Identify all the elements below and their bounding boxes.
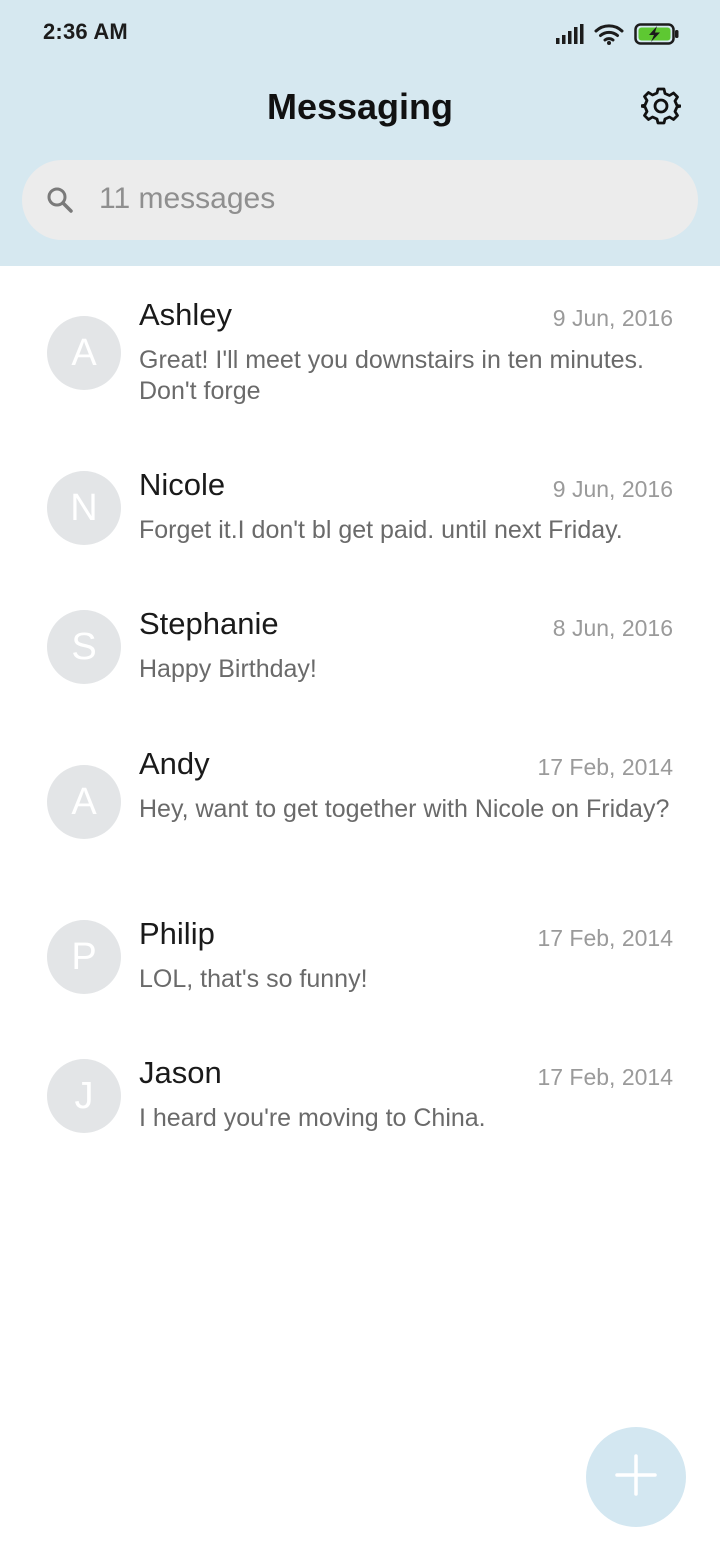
battery-charging-icon: [634, 23, 680, 45]
settings-button[interactable]: [638, 85, 684, 131]
conversation-item[interactable]: S Stephanie 8 Jun, 2016 Happy Birthday!: [0, 575, 720, 715]
message-snippet: Great! I'll meet you downstairs in ten m…: [139, 346, 644, 405]
gear-icon: [639, 86, 683, 131]
status-icons: [556, 20, 680, 48]
wifi-icon: [594, 23, 624, 45]
avatar: S: [47, 610, 121, 684]
contact-name: Andy: [139, 746, 210, 781]
message-date: 17 Feb, 2014: [537, 925, 673, 951]
message-snippet: Forget it.I don't bl get paid. until nex…: [139, 516, 623, 544]
conversation-item[interactable]: A Andy 17 Feb, 2014 Hey, want to get tog…: [0, 715, 720, 885]
page-title: Messaging: [266, 86, 454, 127]
avatar: J: [47, 1059, 121, 1133]
message-date: 9 Jun, 2016: [552, 476, 673, 502]
conversation-list: A Ashley 9 Jun, 2016 Great! I'll meet yo…: [0, 266, 720, 1164]
message-snippet: Hey, want to get together with Nicole on…: [139, 795, 670, 823]
message-date: 9 Jun, 2016: [552, 305, 673, 331]
message-snippet: LOL, that's so funny!: [139, 965, 368, 993]
contact-name: Stephanie: [139, 606, 279, 641]
search-placeholder: 11 messages: [99, 182, 276, 215]
contact-name: Jason: [139, 1055, 222, 1090]
message-date: 17 Feb, 2014: [537, 754, 673, 780]
status-bar: 2:36 AM: [0, 0, 720, 66]
new-message-button[interactable]: [586, 1427, 686, 1527]
contact-name: Ashley: [139, 297, 233, 332]
plus-icon: [615, 1453, 657, 1501]
conversation-item[interactable]: N Nicole 9 Jun, 2016 Forget it.I don't b…: [0, 436, 720, 575]
message-date: 17 Feb, 2014: [537, 1064, 673, 1090]
header: 2:36 AM Messaging 11 messages: [0, 0, 720, 266]
search-icon: [44, 184, 76, 216]
message-snippet: I heard you're moving to China.: [139, 1104, 486, 1132]
avatar: A: [47, 316, 121, 390]
avatar: A: [47, 765, 121, 839]
conversation-item[interactable]: A Ashley 9 Jun, 2016 Great! I'll meet yo…: [0, 266, 720, 436]
message-snippet: Happy Birthday!: [139, 655, 317, 683]
conversation-item[interactable]: P Philip 17 Feb, 2014 LOL, that's so fun…: [0, 885, 720, 1024]
status-time: 2:36 AM: [43, 19, 128, 44]
contact-name: Nicole: [139, 467, 226, 502]
message-date: 8 Jun, 2016: [552, 615, 673, 641]
contact-name: Philip: [139, 916, 215, 951]
signal-icon: [556, 24, 584, 44]
avatar: N: [47, 471, 121, 545]
conversation-item[interactable]: J Jason 17 Feb, 2014 I heard you're movi…: [0, 1024, 720, 1164]
avatar: P: [47, 920, 121, 994]
